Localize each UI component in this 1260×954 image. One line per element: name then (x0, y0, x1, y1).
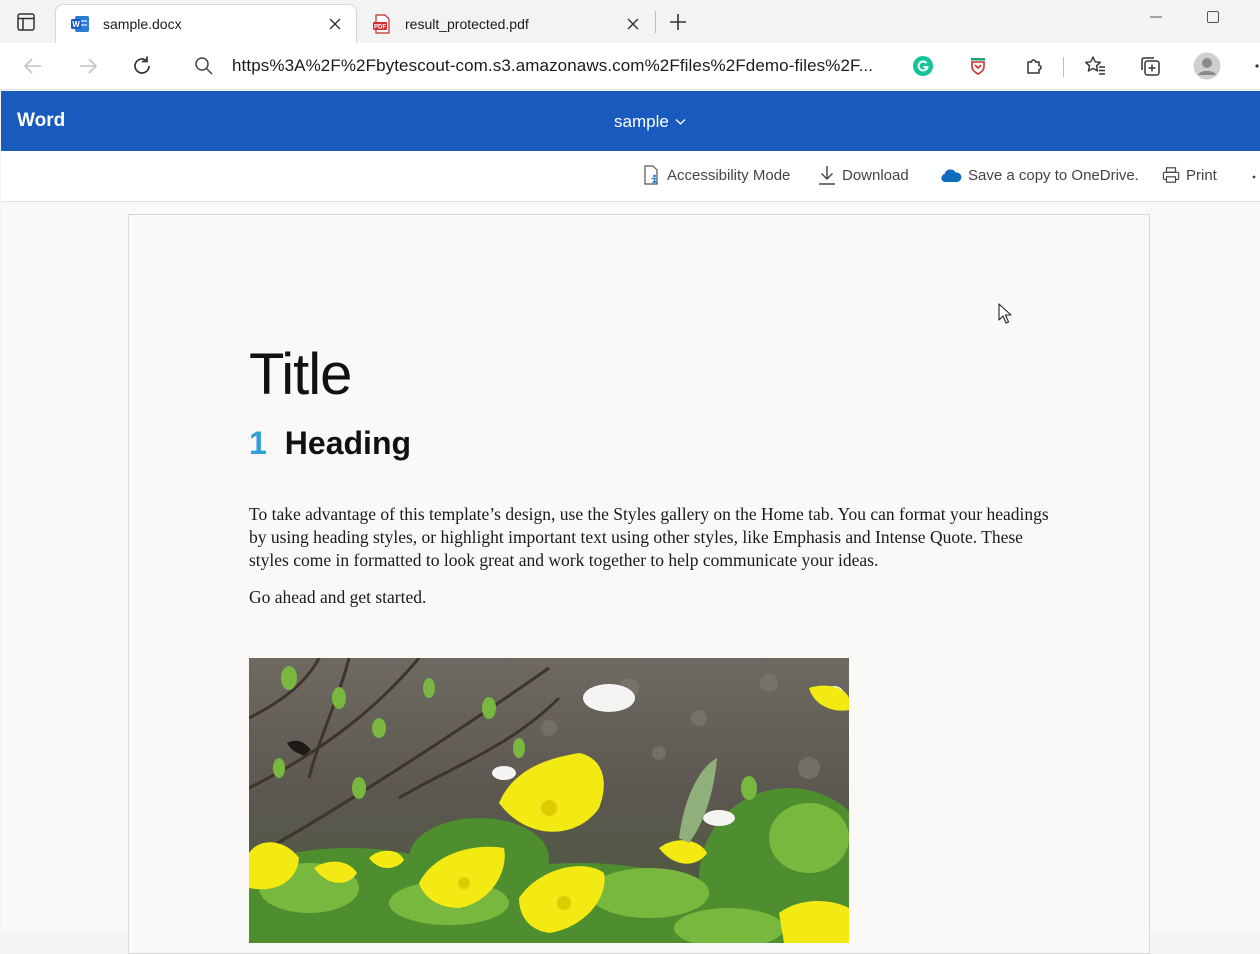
collections-button[interactable] (1135, 51, 1165, 81)
toolbar-separator (1063, 57, 1064, 77)
tab-separator (655, 11, 656, 33)
maximize-button[interactable] (1199, 6, 1227, 28)
document-heading: 1 Heading (249, 425, 411, 462)
word-icon: W (70, 14, 90, 34)
refresh-icon (134, 56, 150, 74)
print-button[interactable]: Print (1162, 165, 1217, 185)
back-button[interactable] (18, 51, 48, 81)
save-copy-label: Save a copy to OneDrive. (968, 166, 1139, 184)
shield-extension-button[interactable] (963, 51, 993, 81)
tab-actions-button[interactable] (8, 6, 44, 38)
download-button[interactable]: Download (818, 165, 909, 185)
more-options-button[interactable] (1249, 165, 1260, 185)
tab-actions-icon (17, 13, 35, 31)
download-label: Download (842, 166, 909, 184)
grammarly-extension-button[interactable] (908, 51, 938, 81)
profile-button[interactable] (1192, 51, 1222, 81)
shield-icon (971, 58, 985, 75)
forward-arrow-icon (80, 58, 98, 74)
svg-text:W: W (72, 20, 80, 29)
minimize-button[interactable] (1142, 6, 1170, 28)
printer-icon (1162, 165, 1180, 185)
tab-strip: W sample.docx PDF result_protected.pdf (0, 0, 1260, 43)
command-bar: Accessibility Mode Download Save a copy … (1, 151, 1260, 202)
grammarly-icon (913, 56, 933, 76)
document-area: Title 1 Heading To take advantage of thi… (1, 202, 1260, 954)
word-header: Word sample (1, 91, 1260, 151)
plus-icon (670, 14, 686, 30)
body-paragraph-2: Go ahead and get started. (249, 587, 427, 607)
collections-icon (1141, 57, 1160, 76)
refresh-button[interactable] (127, 51, 157, 81)
close-icon[interactable] (323, 12, 347, 36)
new-tab-button[interactable] (664, 8, 692, 36)
extensions-button[interactable] (1019, 51, 1049, 81)
save-copy-onedrive-button[interactable]: Save a copy to OneDrive. (940, 165, 1139, 185)
heading-number: 1 (249, 425, 267, 461)
maximize-icon (1207, 11, 1219, 23)
back-arrow-icon (23, 58, 41, 74)
address-bar-url[interactable]: https%3A%2F%2Fbytescout-com.s3.amazonaws… (232, 56, 873, 76)
document-name-menu[interactable]: sample (614, 112, 686, 132)
close-icon[interactable] (621, 12, 645, 36)
app-name[interactable]: Word (17, 110, 65, 132)
navigation-bar: https%3A%2F%2Fbytescout-com.s3.amazonaws… (0, 43, 1260, 90)
download-icon (818, 165, 836, 185)
favorites-star-icon (1085, 56, 1105, 75)
heading-text: Heading (284, 425, 412, 461)
forward-button[interactable] (73, 51, 103, 81)
chevron-down-icon (675, 119, 686, 125)
search-icon (189, 51, 219, 81)
accessibility-mode-label: Accessibility Mode (667, 166, 791, 184)
tab-title: result_protected.pdf (405, 15, 529, 32)
mouse-pointer-icon (998, 303, 1012, 324)
avatar-icon (1193, 52, 1221, 80)
favorites-button[interactable] (1080, 51, 1110, 81)
onedrive-cloud-icon (940, 165, 962, 185)
settings-more-button[interactable] (1245, 51, 1260, 81)
pdf-icon: PDF (372, 13, 392, 34)
accessibility-icon (643, 165, 661, 185)
body-paragraph: To take advantage of this template’s des… (249, 504, 1049, 570)
print-label: Print (1186, 166, 1217, 184)
more-dots-icon (1255, 64, 1259, 68)
svg-text:PDF: PDF (374, 24, 386, 30)
accessibility-mode-button[interactable]: Accessibility Mode (643, 165, 790, 185)
document-page: Title 1 Heading To take advantage of thi… (128, 214, 1150, 954)
document-name: sample (614, 112, 669, 131)
tab-sample-docx[interactable]: W sample.docx (55, 4, 357, 43)
tab-result-protected-pdf[interactable]: PDF result_protected.pdf (358, 4, 654, 43)
flowers-image (249, 658, 849, 943)
document-title: Title (249, 342, 352, 407)
minimize-icon (1150, 16, 1162, 18)
more-dots-icon (1252, 175, 1256, 179)
puzzle-icon (1027, 59, 1042, 74)
tab-title: sample.docx (103, 16, 182, 32)
